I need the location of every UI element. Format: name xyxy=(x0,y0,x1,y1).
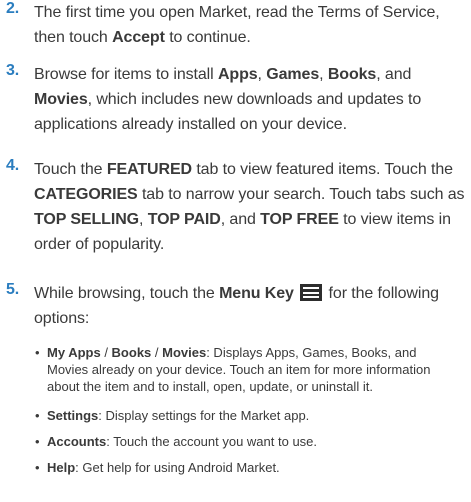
bold-term: Accounts xyxy=(47,434,107,449)
text-run: , and xyxy=(376,66,412,83)
text-run: order of popularity. xyxy=(34,236,165,253)
bold-term: Accept xyxy=(112,29,165,46)
bold-term: TOP PAID xyxy=(147,211,221,228)
bold-term: My Apps xyxy=(47,345,101,360)
text-line: Movies, which includes new downloads and… xyxy=(34,87,468,112)
step-text: While browsing, touch the Menu Key for t… xyxy=(34,281,468,331)
bold-term: TOP SELLING xyxy=(34,211,139,228)
step-number: 4. xyxy=(6,157,20,174)
bold-term: FEATURED xyxy=(106,161,192,178)
bold-term: Games xyxy=(266,66,320,83)
text-run: about the item and to install, open, upd… xyxy=(47,379,373,394)
manual-page: 2. The first time you open Market, read … xyxy=(0,0,471,502)
text-run: to continue. xyxy=(164,29,251,46)
option-settings: • Settings: Display settings for the Mar… xyxy=(35,407,469,424)
bold-term: Menu Key xyxy=(219,285,294,302)
step-text: Browse for items to install Apps, Games,… xyxy=(34,62,468,137)
text-line: CATEGORIES tab to narrow your search. To… xyxy=(34,182,468,207)
text-line: options: xyxy=(34,306,468,331)
text-line: Help: Get help for using Android Market. xyxy=(47,459,469,476)
text-run: The first time you open Market, read the… xyxy=(34,4,440,21)
text-run: options: xyxy=(34,310,90,327)
text-run xyxy=(294,285,298,302)
text-line: Touch the FEATURED tab to view featured … xyxy=(34,157,468,182)
text-run: , xyxy=(319,66,328,83)
bold-term: Books xyxy=(111,345,152,360)
text-run: : Get help for using Android Market. xyxy=(75,460,280,475)
text-line: While browsing, touch the Menu Key for t… xyxy=(34,281,468,306)
text-run: Browse for items to install xyxy=(34,66,218,83)
text-run: , and xyxy=(220,211,261,228)
bullet-dot: • xyxy=(35,434,40,449)
text-line: Accounts: Touch the account you want to … xyxy=(47,433,469,450)
bold-term: Movies xyxy=(162,345,207,360)
bold-term: Books xyxy=(327,66,377,83)
option-my-apps: • My Apps / Books / Movies: Displays App… xyxy=(35,344,469,395)
step-text: Touch the FEATURED tab to view featured … xyxy=(34,157,468,257)
bold-term: Settings xyxy=(47,408,99,423)
text-run: tab to narrow your search. Touch tabs su… xyxy=(137,186,465,203)
text-run: , xyxy=(257,66,267,83)
text-run: / xyxy=(100,345,112,360)
text-run: Touch the xyxy=(34,161,107,178)
menu-key-icon xyxy=(300,284,323,301)
text-line: My Apps / Books / Movies: Displays Apps,… xyxy=(47,344,469,361)
text-line: TOP SELLING, TOP PAID, and TOP FREE to v… xyxy=(34,207,468,232)
step-number: 2. xyxy=(6,0,20,17)
bold-term: CATEGORIES xyxy=(34,186,138,203)
text-run: for the following xyxy=(324,285,439,302)
option-accounts: • Accounts: Touch the account you want t… xyxy=(35,433,469,450)
bold-term: Movies xyxy=(34,91,88,108)
step-number: 3. xyxy=(6,62,20,79)
text-run: , which includes new downloads and updat… xyxy=(87,91,422,108)
options-list: • My Apps / Books / Movies: Displays App… xyxy=(35,344,469,476)
text-run: , xyxy=(139,211,148,228)
text-run: to view items in xyxy=(338,211,451,228)
text-run: : Displays Apps, Games, Books, and xyxy=(206,345,417,360)
bold-term: Help xyxy=(47,460,76,475)
text-line: The first time you open Market, read the… xyxy=(34,0,468,25)
step-text: The first time you open Market, read the… xyxy=(34,0,468,50)
bullet-dot: • xyxy=(35,460,40,475)
text-line: Browse for items to install Apps, Games,… xyxy=(34,62,468,87)
text-run: / xyxy=(151,345,163,360)
text-line: applications already installed on your d… xyxy=(34,112,468,137)
text-line: order of popularity. xyxy=(34,232,468,257)
text-line: then touch Accept to continue. xyxy=(34,25,468,50)
text-line: Settings: Display settings for the Marke… xyxy=(47,407,469,424)
option-help: • Help: Get help for using Android Marke… xyxy=(35,459,469,476)
text-run: tab to view featured items. Touch the xyxy=(191,161,453,178)
text-run: applications already installed on your d… xyxy=(34,116,347,133)
bold-term: TOP FREE xyxy=(260,211,339,228)
text-run: : Touch the account you want to use. xyxy=(106,434,318,449)
text-run: While browsing, touch the xyxy=(34,285,220,302)
text-line: Movies already on your device. Touch an … xyxy=(47,361,469,378)
bullet-dot: • xyxy=(35,408,40,423)
text-run: : Display settings for the Market app. xyxy=(98,408,310,423)
text-run: Movies already on your device. Touch an … xyxy=(47,362,431,377)
bold-term: Apps xyxy=(217,66,258,83)
text-line: about the item and to install, open, upd… xyxy=(47,378,469,395)
bullet-dot: • xyxy=(35,345,40,360)
step-number: 5. xyxy=(6,281,20,298)
text-run: then touch xyxy=(34,29,113,46)
